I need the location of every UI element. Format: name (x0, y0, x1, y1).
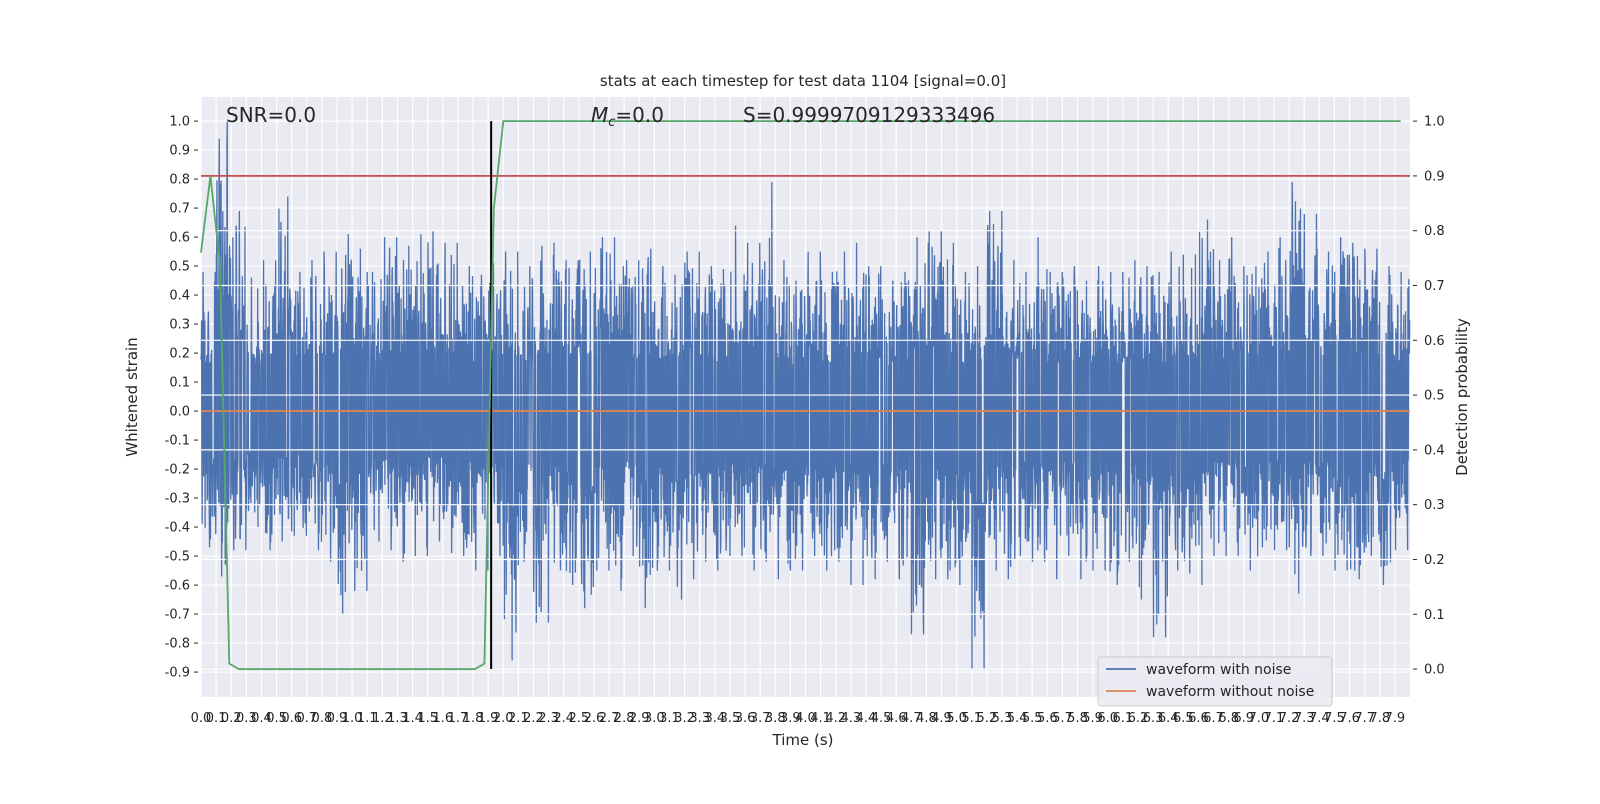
y-right-tick-label: 0.1 (1424, 608, 1445, 623)
y-tick-label: 0.4 (169, 289, 190, 304)
y-right-tick-label: 0.6 (1424, 334, 1445, 349)
y-right-tick-label: 0.3 (1424, 498, 1445, 513)
y-tick-label: -0.5 (165, 550, 190, 565)
y-tick-label: 0.7 (169, 202, 190, 217)
y-tick-label: 0.5 (169, 260, 190, 275)
y-tick-label: -0.8 (165, 637, 190, 652)
y-tick-label: 0.9 (169, 144, 190, 159)
y-tick-label: 0.1 (169, 376, 190, 391)
chart: 0.00.10.20.30.40.50.60.70.80.91.01.11.21… (123, 72, 1471, 749)
y-right-tick-label: 1.0 (1424, 115, 1445, 130)
y-tick-label: -0.4 (165, 521, 190, 536)
y-tick-label: -0.6 (165, 579, 190, 594)
y-tick-label: 0.0 (169, 405, 190, 420)
legend-label-without-noise: waveform without noise (1146, 684, 1314, 700)
legend: waveform with noise waveform without noi… (1097, 656, 1333, 707)
y-axis-right-ticks: 1.0 0.9 0.8 0.7 0.6 0.5 0.4 0.3 0.2 0.1 0.0 (1413, 115, 1445, 678)
y-tick-label: 0.2 (169, 347, 190, 362)
y-right-tick-label: 0.4 (1424, 443, 1445, 458)
y-tick-label: 1.0 (169, 115, 190, 130)
mc-annotation: Mc=0.0 (591, 103, 664, 130)
y-axis-right-label: Detection probability (1453, 318, 1471, 476)
y-right-tick-label: 0.9 (1424, 169, 1445, 184)
y-tick-label: 0.8 (169, 173, 190, 188)
y-tick-label: -0.9 (165, 666, 190, 681)
y-tick-label: -0.3 (165, 492, 190, 507)
x-axis-label: Time (s) (772, 731, 834, 749)
chart-title: stats at each timestep for test data 110… (600, 72, 1006, 90)
y-right-tick-label: 0.0 (1424, 663, 1445, 678)
y-axis-ticks: 1.0 0.9 0.8 0.7 0.6 0.5 0.4 0.3 0.2 0.1 0.0 -0.1 -0.… (165, 115, 198, 681)
y-tick-label: -0.2 (165, 463, 190, 478)
legend-label-with-noise: waveform with noise (1146, 662, 1291, 678)
y-right-tick-label: 0.7 (1424, 279, 1445, 294)
s-annotation: S=0.9999709129333496 (743, 103, 995, 127)
y-right-tick-label: 0.8 (1424, 224, 1445, 239)
x-axis-ticks: 0.00.10.20.30.40.50.60.70.80.91.01.11.21… (191, 711, 1406, 726)
y-axis-label: Whitened strain (123, 337, 141, 456)
y-right-tick-label: 0.5 (1424, 389, 1445, 404)
y-tick-label: -0.7 (165, 608, 190, 623)
y-tick-label: 0.6 (169, 231, 190, 246)
snr-annotation: SNR=0.0 (226, 103, 316, 127)
y-tick-label: 0.3 (169, 318, 190, 333)
x-tick-label: 7.9 (1385, 711, 1406, 726)
y-right-tick-label: 0.2 (1424, 553, 1445, 568)
y-tick-label: -0.1 (165, 434, 190, 449)
